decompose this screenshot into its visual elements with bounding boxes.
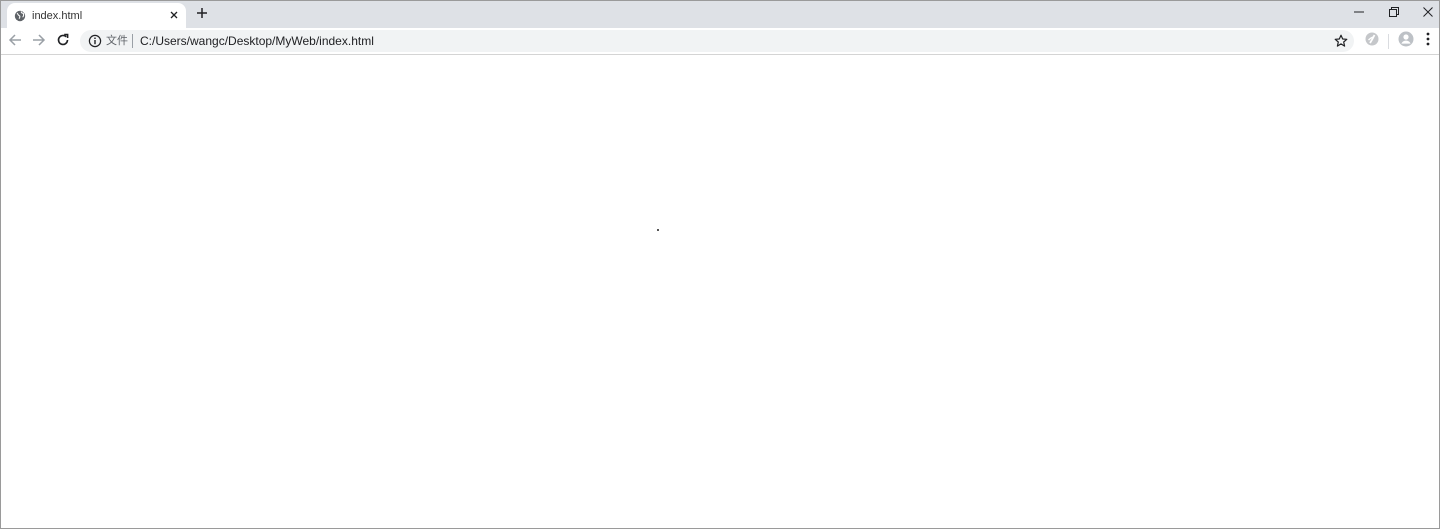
content-dot: [657, 229, 659, 231]
toolbar-separator: [1388, 34, 1389, 49]
avatar-icon: [1398, 31, 1414, 52]
toolbar: 文件 C:/Users/wangc/Desktop/MyWeb/index.ht…: [1, 28, 1439, 55]
tab-index-html[interactable]: index.html: [7, 3, 186, 28]
tab-title: index.html: [32, 10, 83, 22]
plus-icon: [196, 6, 208, 24]
url-text[interactable]: C:/Users/wangc/Desktop/MyWeb/index.html: [140, 34, 374, 48]
close-icon[interactable]: [167, 8, 181, 22]
arrow-right-icon: [32, 33, 46, 52]
back-button[interactable]: [5, 32, 25, 52]
menu-button[interactable]: [1422, 32, 1434, 50]
address-bar[interactable]: 文件 C:/Users/wangc/Desktop/MyWeb/index.ht…: [80, 30, 1354, 52]
star-icon[interactable]: [1333, 33, 1349, 49]
close-icon: [1423, 4, 1433, 22]
page-content: [1, 56, 1439, 528]
minimize-button[interactable]: [1342, 1, 1376, 25]
tab-strip: index.html: [1, 1, 1439, 28]
browser-window: index.html 文件 C:/Users/wangc/Desktop/MyW…: [0, 0, 1440, 529]
info-icon[interactable]: [88, 34, 102, 48]
reload-button[interactable]: [53, 32, 73, 52]
restore-icon: [1389, 4, 1399, 22]
reload-icon: [56, 33, 70, 52]
profile-button[interactable]: [1397, 31, 1415, 52]
restore-button[interactable]: [1377, 1, 1411, 25]
forward-button[interactable]: [29, 32, 49, 52]
extension-icon: [1364, 31, 1380, 52]
scheme-label[interactable]: 文件: [106, 34, 128, 48]
new-tab-button[interactable]: [194, 7, 210, 23]
omnibox-divider: [132, 34, 133, 48]
extension-button[interactable]: [1363, 32, 1381, 50]
more-vert-icon: [1426, 32, 1430, 51]
minimize-icon: [1354, 4, 1364, 22]
arrow-left-icon: [8, 33, 22, 52]
globe-icon: [14, 9, 26, 22]
window-close-button[interactable]: [1411, 1, 1439, 25]
